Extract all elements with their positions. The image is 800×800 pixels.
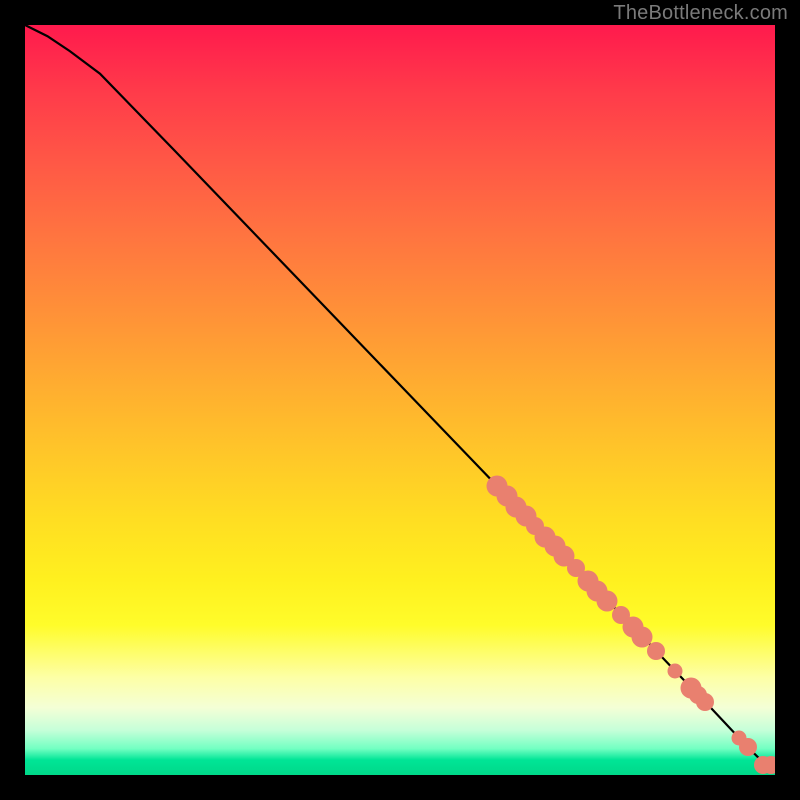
chart-stage: TheBottleneck.com (0, 0, 800, 800)
data-marker (647, 642, 665, 660)
data-marker (739, 738, 757, 756)
data-marker (667, 663, 682, 678)
data-marker (762, 756, 775, 774)
watermark-text: TheBottleneck.com (613, 2, 788, 25)
curve-layer (25, 25, 775, 775)
data-marker (696, 693, 714, 711)
plot-area (25, 25, 775, 775)
